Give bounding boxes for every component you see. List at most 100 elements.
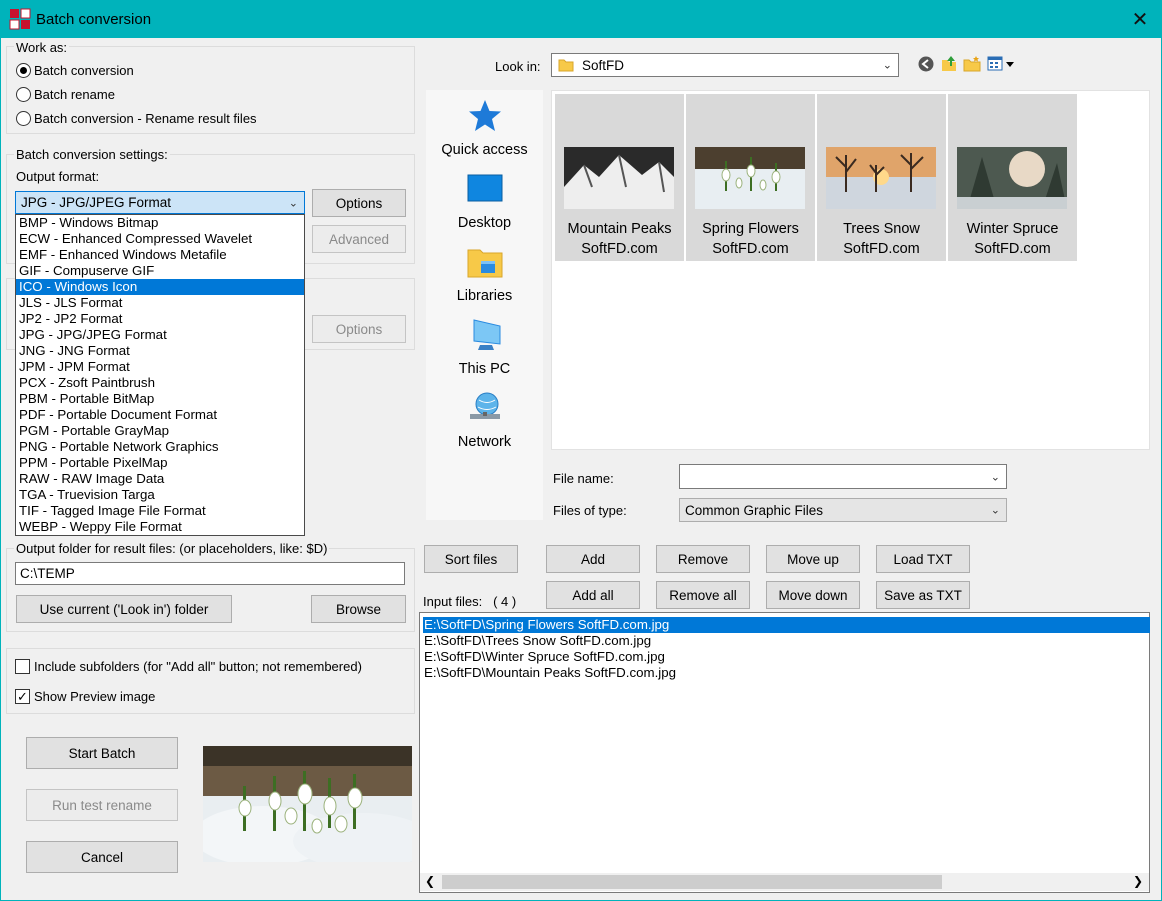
format-option[interactable]: GIF - Compuserve GIF <box>16 263 304 279</box>
file-sub: SoftFD.com <box>581 241 658 257</box>
include-subfolders-checkbox[interactable] <box>15 659 30 674</box>
file-name-label: File name: <box>553 471 614 486</box>
format-option[interactable]: JLS - JLS Format <box>16 295 304 311</box>
computer-icon <box>473 319 500 350</box>
format-option[interactable]: WEBP - Weppy File Format <box>16 519 304 535</box>
scroll-left-icon[interactable]: ❮ <box>425 874 435 888</box>
remove-all-button[interactable]: Remove all <box>656 581 750 609</box>
output-format-value: JPG - JPG/JPEG Format <box>21 195 172 210</box>
close-icon: ✕ <box>1131 8 1149 31</box>
title-bar <box>0 0 1162 38</box>
file-item[interactable]: Spring Flowers SoftFD.com <box>686 94 815 261</box>
file-item[interactable]: Mountain Peaks SoftFD.com <box>555 94 684 261</box>
format-option[interactable]: RAW - RAW Image Data <box>16 471 304 487</box>
thumbnail-spring-flowers <box>695 147 805 209</box>
load-txt-button[interactable]: Load TXT <box>876 545 970 573</box>
move-up-button[interactable]: Move up <box>766 545 860 573</box>
add-button[interactable]: Add <box>546 545 640 573</box>
list-item[interactable]: E:\SoftFD\Winter Spruce SoftFD.com.jpg <box>423 649 667 665</box>
include-subfolders-label: Include subfolders (for "Add all" button… <box>34 659 362 674</box>
move-down-button[interactable]: Move down <box>766 581 860 609</box>
options-checkbox-group <box>6 648 415 714</box>
start-batch-button[interactable]: Start Batch <box>26 737 178 769</box>
look-in-value: SoftFD <box>582 57 625 73</box>
file-name: Winter Spruce <box>966 221 1059 237</box>
format-option[interactable]: ICO - Windows Icon <box>16 279 304 295</box>
output-folder-input[interactable]: C:\TEMP <box>15 562 405 585</box>
use-current-folder-button[interactable]: Use current ('Look in') folder <box>16 595 232 623</box>
chevron-down-icon: ⌄ <box>882 59 892 72</box>
scroll-right-icon[interactable]: ❯ <box>1133 874 1143 888</box>
scrollbar-thumb[interactable] <box>442 875 942 889</box>
format-option[interactable]: ECW - Enhanced Compressed Wavelet <box>16 231 304 247</box>
file-item[interactable]: Winter Spruce SoftFD.com <box>948 94 1077 261</box>
remove-button[interactable]: Remove <box>656 545 750 573</box>
look-in-select[interactable]: SoftFD ⌄ <box>551 53 899 77</box>
work-as-label: Work as: <box>14 40 70 55</box>
file-name: Trees Snow <box>843 221 920 237</box>
new-folder-icon[interactable] <box>963 55 981 73</box>
save-as-txt-button[interactable]: Save as TXT <box>876 581 970 609</box>
place-libraries[interactable]: Libraries <box>426 244 543 304</box>
format-option[interactable]: PGM - Portable GrayMap <box>16 423 304 439</box>
radio-batch-conversion[interactable] <box>16 63 31 78</box>
format-option[interactable]: TGA - Truevision Targa <box>16 487 304 503</box>
place-this-pc[interactable]: This PC <box>426 317 543 377</box>
output-format-select[interactable]: JPG - JPG/JPEG Format ⌄ <box>15 191 305 214</box>
file-sub: SoftFD.com <box>712 241 789 257</box>
format-option[interactable]: BMP - Windows Bitmap <box>16 215 304 231</box>
format-option[interactable]: PCX - Zsoft Paintbrush <box>16 375 304 391</box>
list-item[interactable]: E:\SoftFD\Spring Flowers SoftFD.com.jpg <box>423 617 1150 633</box>
network-icon <box>469 392 500 419</box>
format-option[interactable]: PNG - Portable Network Graphics <box>16 439 304 455</box>
format-option[interactable]: PBM - Portable BitMap <box>16 391 304 407</box>
options-secondary-button[interactable]: Options <box>312 315 406 343</box>
place-quick-access[interactable]: Quick access <box>426 98 543 158</box>
format-option[interactable]: PPM - Portable PixelMap <box>16 455 304 471</box>
place-network[interactable]: Network <box>426 390 543 450</box>
folder-icon <box>558 59 574 72</box>
format-option[interactable]: EMF - Enhanced Windows Metafile <box>16 247 304 263</box>
view-menu-icon[interactable] <box>987 55 1017 73</box>
output-folder-label: Output folder for result files: (or plac… <box>14 541 330 556</box>
run-test-rename-button[interactable]: Run test rename <box>26 789 178 821</box>
advanced-button[interactable]: Advanced <box>312 225 406 253</box>
input-files-list[interactable]: E:\SoftFD\Spring Flowers SoftFD.com.jpg … <box>419 612 1150 893</box>
format-option[interactable]: JPM - JPM Format <box>16 359 304 375</box>
format-option[interactable]: JPG - JPG/JPEG Format <box>16 327 304 343</box>
list-item[interactable]: E:\SoftFD\Mountain Peaks SoftFD.com.jpg <box>423 665 678 681</box>
place-network-label: Network <box>457 434 512 450</box>
radio-conversion-rename[interactable] <box>16 111 31 126</box>
cancel-button[interactable]: Cancel <box>26 841 178 873</box>
place-desktop[interactable]: Desktop <box>426 171 543 231</box>
format-option[interactable]: JNG - JNG Format <box>16 343 304 359</box>
files-of-type-select[interactable]: Common Graphic Files ⌄ <box>679 498 1007 522</box>
file-name-input[interactable]: ⌄ <box>679 464 1007 489</box>
radio-batch-rename-label: Batch rename <box>34 87 115 102</box>
radio-batch-rename[interactable] <box>16 87 31 102</box>
file-browser-area[interactable]: Mountain Peaks SoftFD.com Spring Flowers S… <box>551 90 1150 450</box>
format-dropdown-list[interactable]: BMP - Windows Bitmap ECW - Enhanced Compr… <box>15 214 305 536</box>
browse-button[interactable]: Browse <box>311 595 406 623</box>
files-of-type-label: Files of type: <box>553 503 627 518</box>
radio-conversion-rename-label: Batch conversion - Rename result files <box>34 111 257 126</box>
file-item[interactable]: Trees Snow SoftFD.com <box>817 94 946 261</box>
app-icon <box>9 8 31 30</box>
format-option[interactable]: PDF - Portable Document Format <box>16 407 304 423</box>
preview-image <box>203 746 412 862</box>
back-icon[interactable] <box>917 55 935 73</box>
format-option[interactable]: TIF - Tagged Image File Format <box>16 503 304 519</box>
chevron-down-icon: ⌄ <box>990 471 1000 483</box>
show-preview-checkbox[interactable]: ✓ <box>15 689 30 704</box>
horizontal-scrollbar[interactable]: ❮ ❯ <box>420 873 1149 891</box>
settings-label: Batch conversion settings: <box>14 147 170 162</box>
radio-batch-conversion-label: Batch conversion <box>34 63 134 78</box>
add-all-button[interactable]: Add all <box>546 581 640 609</box>
list-item[interactable]: E:\SoftFD\Trees Snow SoftFD.com.jpg <box>423 633 653 649</box>
up-folder-icon[interactable] <box>940 54 958 72</box>
window-title: Batch conversion <box>36 11 152 28</box>
sort-files-button[interactable]: Sort files <box>424 545 518 573</box>
format-option[interactable]: JP2 - JP2 Format <box>16 311 304 327</box>
options-button[interactable]: Options <box>312 189 406 217</box>
close-button[interactable]: ✕ <box>1118 0 1162 38</box>
